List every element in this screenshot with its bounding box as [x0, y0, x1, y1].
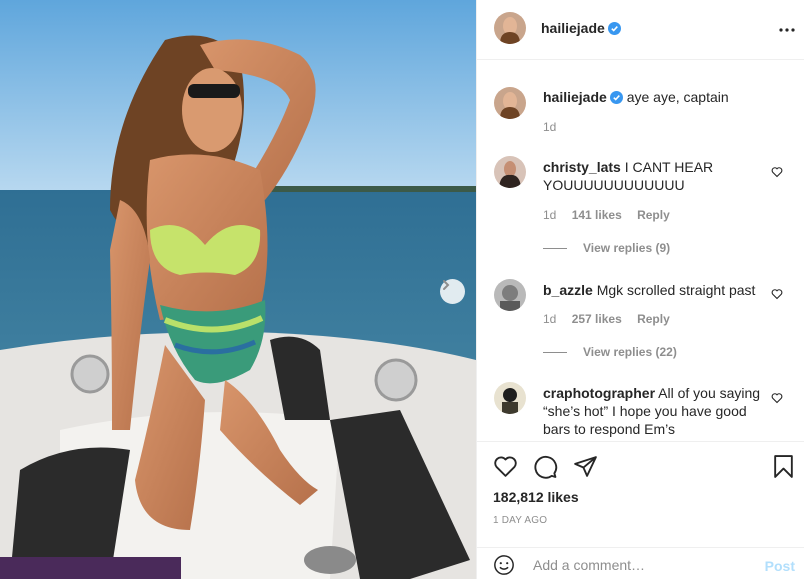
comment-icon[interactable]	[533, 454, 558, 479]
view-replies-button[interactable]: View replies (9)	[543, 241, 670, 255]
author-username-text[interactable]: hailiejade	[541, 20, 605, 36]
post-photo[interactable]	[0, 0, 476, 579]
post-comment-button[interactable]: Post	[765, 558, 795, 574]
heart-icon[interactable]	[493, 454, 518, 479]
comment-meta: 1d 141 likes Reply	[543, 208, 682, 222]
overlay-bar	[0, 557, 181, 579]
more-options-button[interactable]	[779, 16, 795, 37]
verified-icon	[607, 22, 621, 35]
next-photo-button[interactable]	[440, 279, 465, 304]
photo-illustration	[0, 0, 476, 579]
like-count[interactable]: 182,812 likes	[493, 489, 579, 505]
replies-divider	[543, 352, 567, 354]
comment-likes[interactable]: 257 likes	[572, 312, 622, 326]
view-replies-button[interactable]: View replies (22)	[543, 345, 677, 359]
add-comment-bar: Post	[477, 547, 804, 579]
caption-body: aye aye, captain	[626, 89, 729, 105]
caption-age: 1d	[543, 120, 557, 134]
comment-body: Mgk scrolled straight past	[596, 282, 756, 298]
comment-input[interactable]	[533, 554, 753, 576]
comment-age: 1d	[543, 312, 557, 326]
author-avatar[interactable]	[494, 12, 526, 44]
comment-username[interactable]: craphotographer	[543, 385, 655, 401]
bookmark-icon[interactable]	[771, 454, 796, 479]
post-sidebar: hailiejade hailiejade aye aye, captain 1…	[476, 0, 804, 579]
comment-avatar[interactable]	[494, 279, 526, 311]
share-icon[interactable]	[573, 454, 598, 479]
comment-username[interactable]: christy_lats	[543, 159, 621, 175]
reply-button[interactable]: Reply	[637, 312, 670, 326]
post-timestamp[interactable]: 1 DAY AGO	[493, 515, 547, 526]
view-replies-label[interactable]: View replies (9)	[583, 241, 670, 255]
verified-icon	[609, 91, 623, 104]
author-username[interactable]: hailiejade	[541, 20, 621, 36]
replies-divider	[543, 248, 567, 250]
comment-age: 1d	[543, 208, 557, 222]
caption-avatar[interactable]	[494, 87, 526, 119]
comment-text: b_azzle Mgk scrolled straight past	[543, 281, 773, 299]
caption-meta: 1d	[543, 120, 568, 134]
emoji-icon[interactable]	[493, 554, 515, 576]
post-header: hailiejade	[477, 0, 804, 60]
comment-text: christy_lats I CANT HEAR YOUUUUUUUUUUUU	[543, 158, 763, 194]
comment-username[interactable]: b_azzle	[543, 282, 593, 298]
comment-likes[interactable]: 141 likes	[572, 208, 622, 222]
comment-avatar[interactable]	[494, 382, 526, 414]
reply-button[interactable]: Reply	[637, 208, 670, 222]
comment-meta: 1d 257 likes Reply	[543, 312, 682, 326]
comment-text: craphotographer All of you saying “she’s…	[543, 384, 763, 438]
comment-like-icon[interactable]	[771, 288, 783, 300]
post-actions: 182,812 likes 1 DAY AGO	[477, 441, 804, 539]
view-replies-label[interactable]: View replies (22)	[583, 345, 677, 359]
chevron-right-icon	[443, 280, 450, 290]
more-icon	[779, 28, 795, 32]
comment-like-icon[interactable]	[771, 392, 783, 404]
comment-like-icon[interactable]	[771, 166, 783, 178]
comments-list[interactable]: hailiejade aye aye, captain 1d christy_l…	[477, 61, 804, 441]
instagram-post: hailiejade hailiejade aye aye, captain 1…	[0, 0, 804, 579]
caption-username[interactable]: hailiejade	[543, 89, 607, 105]
comment-avatar[interactable]	[494, 156, 526, 188]
caption-text: hailiejade aye aye, captain	[543, 88, 763, 106]
